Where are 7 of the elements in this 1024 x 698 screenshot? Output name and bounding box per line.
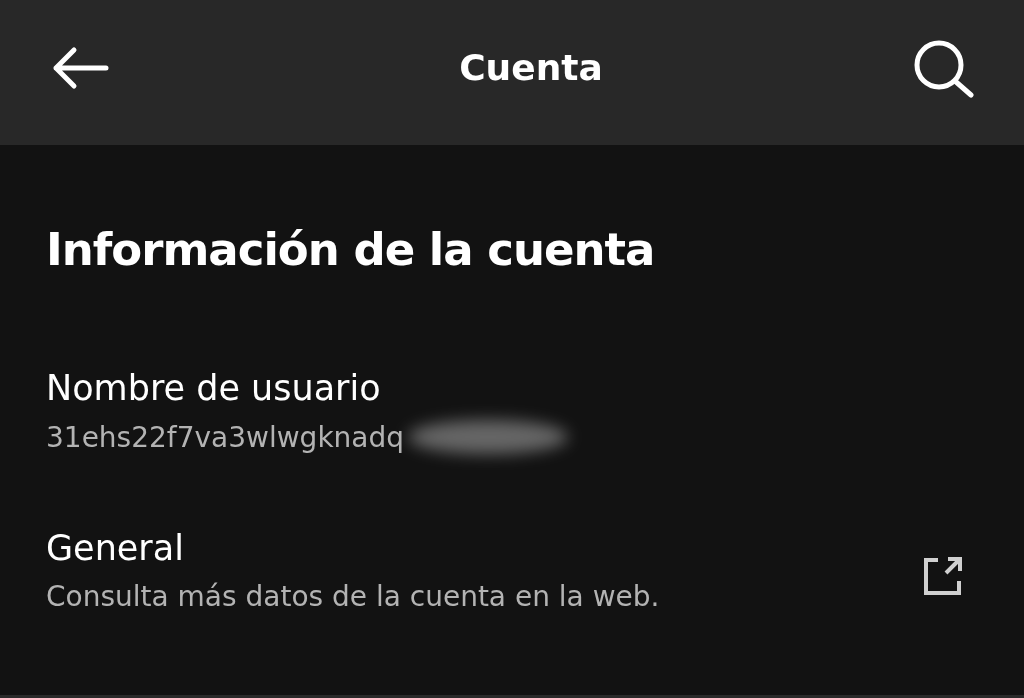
item-value: Consulta más datos de la cuenta en la web. [46, 580, 660, 613]
item-label[interactable]: General [46, 528, 660, 568]
item-value: 31ehs22f7va3wlwgknadq [46, 420, 405, 454]
screen-title: Cuenta [459, 47, 603, 88]
item-label: Nombre de usuario [46, 368, 382, 408]
external-link-icon[interactable] [922, 554, 964, 597]
section-title: Información de la cuenta [46, 223, 656, 276]
